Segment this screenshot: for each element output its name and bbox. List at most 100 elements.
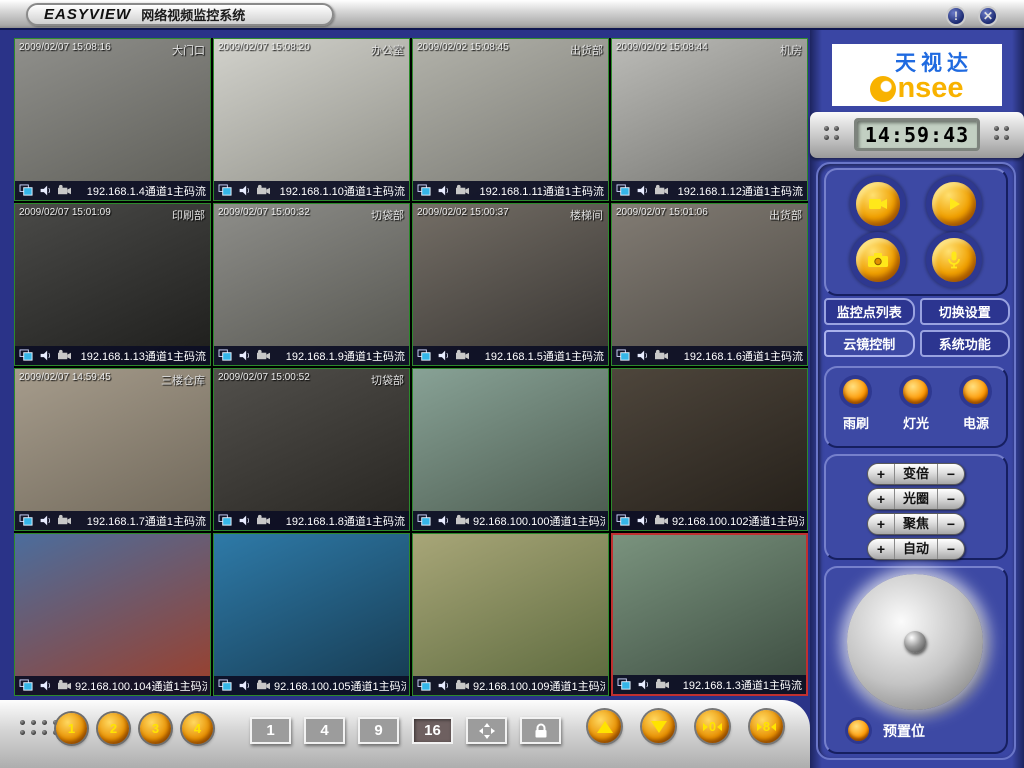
network-icon[interactable] [615,514,631,528]
page-down-button[interactable] [642,710,675,743]
camera-tile[interactable]: 2009/02/07 15:00:32切袋部192.168.1.9通道1主码流 [213,203,410,366]
ptz-joystick[interactable] [847,574,983,710]
layout-16-button[interactable]: 16 [412,717,453,744]
audio-icon[interactable] [435,679,451,693]
audio-icon[interactable] [236,349,252,363]
plus-button[interactable]: + [868,539,894,559]
record-icon[interactable] [653,349,669,363]
aux-led-button[interactable] [963,379,988,404]
network-icon[interactable] [217,514,233,528]
preset-button[interactable] [848,720,869,741]
layout-4-button[interactable]: 4 [304,717,345,744]
camera-tile[interactable]: 92.168.100.104通道1主码流 [14,533,211,696]
minus-button[interactable]: − [938,539,964,559]
camera-tile[interactable]: 2009/02/07 15:00:52切袋部192.168.1.8通道1主码流 [213,368,410,531]
plus-button[interactable]: + [868,464,894,484]
audio-icon[interactable] [236,184,252,198]
record-icon[interactable] [454,349,470,363]
tab-2[interactable]: 云镜控制 [824,330,915,357]
network-icon[interactable] [18,349,34,363]
network-icon[interactable] [416,514,432,528]
lock-button[interactable] [520,717,561,744]
info-button[interactable]: ! [946,6,966,26]
audio-icon[interactable] [37,349,53,363]
audio-icon[interactable] [37,679,53,693]
record-icon[interactable] [653,184,669,198]
record-icon[interactable] [255,184,271,198]
plus-button[interactable]: + [868,514,894,534]
audio-icon[interactable] [435,184,451,198]
record-icon[interactable] [255,514,271,528]
audio-icon[interactable] [435,349,451,363]
network-icon[interactable] [217,184,233,198]
record-icon[interactable] [255,349,271,363]
network-icon[interactable] [416,184,432,198]
camera-tile[interactable]: 192.168.1.3通道1主码流 [611,533,808,696]
nav-zero-button[interactable]: 0 [696,710,729,743]
record-icon[interactable] [454,514,470,528]
tab-1[interactable]: 切换设置 [920,298,1011,325]
layout-9-button[interactable]: 9 [358,717,399,744]
audio-icon[interactable] [634,184,650,198]
camera-tile[interactable]: 2009/02/07 15:08:20办公室192.168.1.10通道1主码流 [213,38,410,201]
snapshot-button[interactable] [856,238,900,282]
record-icon[interactable] [454,679,470,693]
plus-button[interactable]: + [868,489,894,509]
audio-icon[interactable] [634,514,650,528]
record-icon[interactable] [653,514,669,528]
cycle-button[interactable] [466,717,507,744]
camera-tile[interactable]: 92.168.100.100通道1主码流 [412,368,609,531]
record-button[interactable] [856,182,900,226]
network-icon[interactable] [217,679,233,693]
record-icon[interactable] [454,184,470,198]
camera-tile[interactable]: 92.168.100.105通道1主码流 [213,533,410,696]
record-icon[interactable] [56,514,72,528]
network-icon[interactable] [217,349,233,363]
audio-icon[interactable] [236,514,252,528]
minus-button[interactable]: − [938,489,964,509]
channel-group-button[interactable]: 2 [98,713,129,744]
camera-tile[interactable]: 2009/02/07 15:01:06出货部192.168.1.6通道1主码流 [611,203,808,366]
audio-icon[interactable] [37,514,53,528]
camera-tile[interactable]: 2009/02/02 15:08:45出货部192.168.1.11通道1主码流 [412,38,609,201]
audio-icon[interactable] [37,184,53,198]
network-icon[interactable] [616,678,632,692]
talk-button[interactable] [932,238,976,282]
camera-tile[interactable]: 2009/02/02 15:08:44机房192.168.1.12通道1主码流 [611,38,808,201]
nav-eight-button[interactable]: 8 [750,710,783,743]
record-icon[interactable] [56,679,72,693]
record-icon[interactable] [654,678,670,692]
record-icon[interactable] [255,679,271,693]
audio-icon[interactable] [634,349,650,363]
close-button[interactable]: ✕ [978,6,998,26]
camera-tile[interactable]: 2009/02/07 15:08:16大门口192.168.1.4通道1主码流 [14,38,211,201]
audio-icon[interactable] [635,678,651,692]
layout-1-button[interactable]: 1 [250,717,291,744]
tab-3[interactable]: 系统功能 [920,330,1011,357]
audio-icon[interactable] [435,514,451,528]
camera-tile[interactable]: 2009/02/07 14:59:45三楼仓库192.168.1.7通道1主码流 [14,368,211,531]
channel-group-button[interactable]: 3 [140,713,171,744]
tab-0[interactable]: 监控点列表 [824,298,915,325]
network-icon[interactable] [416,349,432,363]
network-icon[interactable] [416,679,432,693]
minus-button[interactable]: − [938,514,964,534]
camera-tile[interactable]: 92.168.100.109通道1主码流 [412,533,609,696]
aux-led-button[interactable] [843,379,868,404]
minus-button[interactable]: − [938,464,964,484]
page-up-button[interactable] [588,710,621,743]
record-icon[interactable] [56,184,72,198]
camera-tile[interactable]: 2009/02/07 15:01:09印刷部192.168.1.13通道1主码流 [14,203,211,366]
network-icon[interactable] [18,679,34,693]
network-icon[interactable] [615,349,631,363]
network-icon[interactable] [18,184,34,198]
camera-tile[interactable]: 92.168.100.102通道1主码流 [611,368,808,531]
channel-group-button[interactable]: 4 [182,713,213,744]
record-icon[interactable] [56,349,72,363]
network-icon[interactable] [18,514,34,528]
camera-tile[interactable]: 2009/02/02 15:00:37楼梯间192.168.1.5通道1主码流 [412,203,609,366]
audio-icon[interactable] [236,679,252,693]
channel-group-button[interactable]: 1 [56,713,87,744]
network-icon[interactable] [615,184,631,198]
aux-led-button[interactable] [903,379,928,404]
